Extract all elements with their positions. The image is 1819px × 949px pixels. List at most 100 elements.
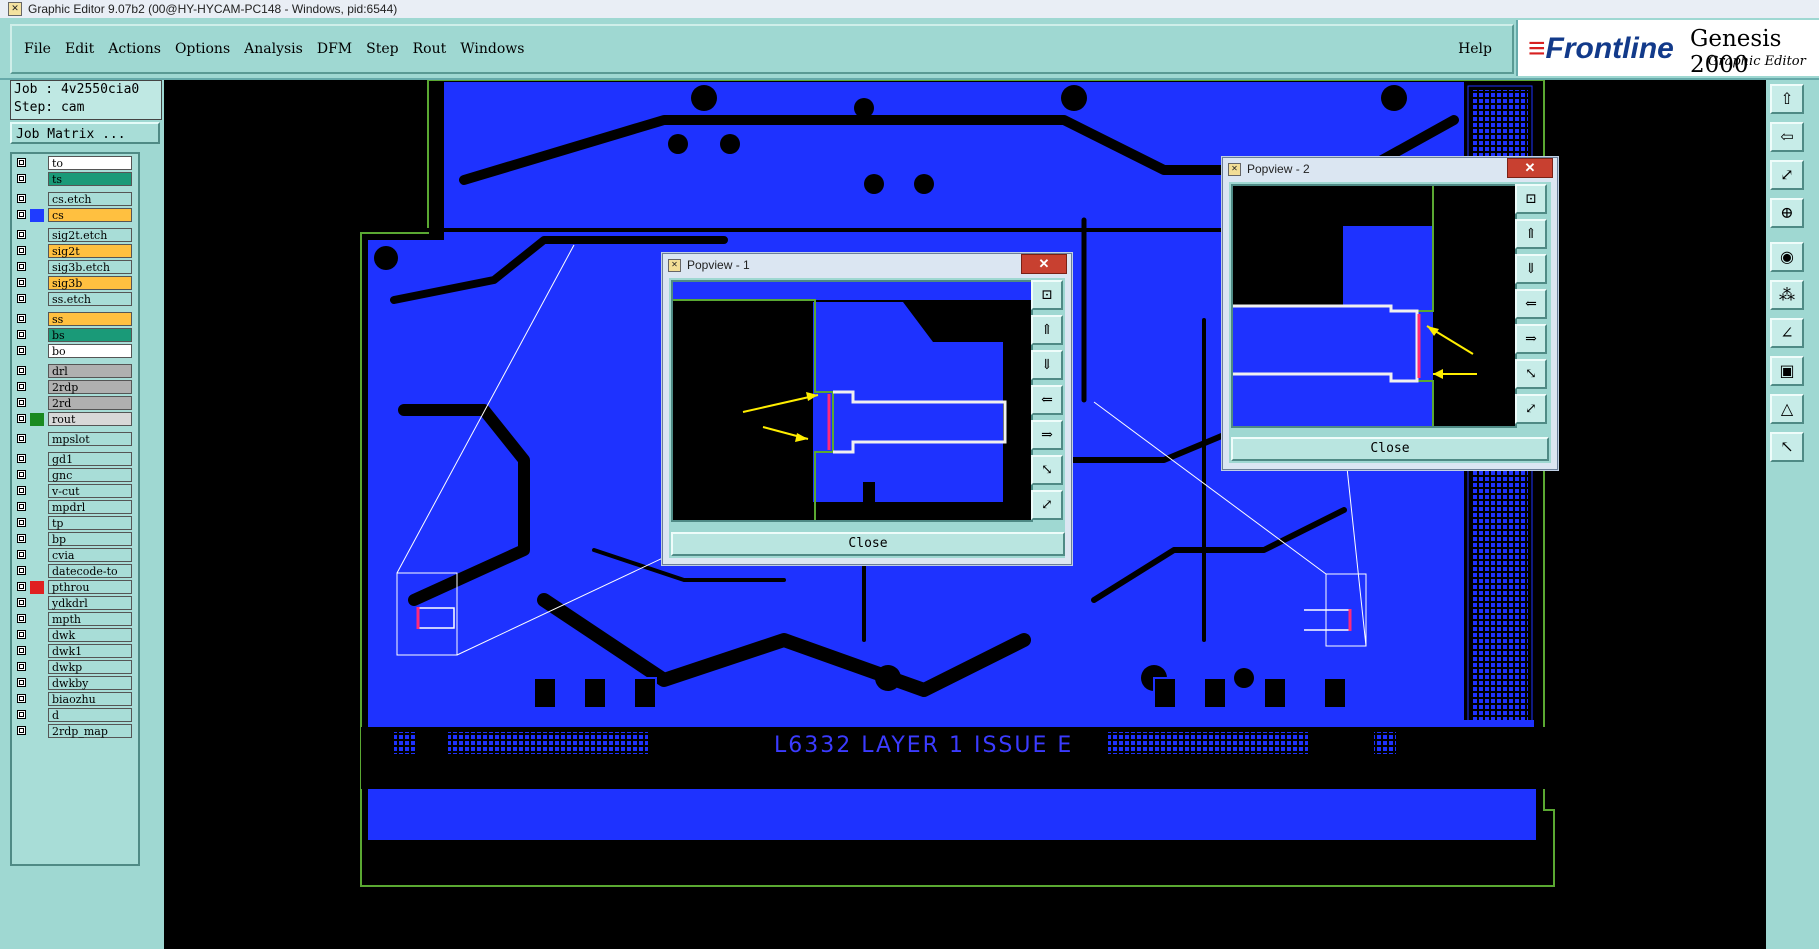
popview-1-right-icon[interactable]: ⇒ [1031,420,1063,450]
layer-row[interactable]: mpth [14,612,134,627]
layer-name[interactable]: drl [48,364,132,378]
layer-checkbox[interactable] [17,398,26,407]
layer-name[interactable]: biaozhu [48,692,132,706]
snap-icon[interactable]: ⁂ [1770,280,1804,310]
layer-row[interactable]: sig2t.etch [14,228,134,243]
measure-icon[interactable]: ◉ [1770,242,1804,272]
layer-checkbox[interactable] [17,382,26,391]
popview-2-close-icon[interactable]: ✕ [1507,158,1553,178]
popview-2-canvas[interactable] [1231,184,1517,428]
triangle-icon[interactable]: △ [1770,394,1804,424]
menu-help[interactable]: Help [1458,41,1492,57]
layer-checkbox[interactable] [17,502,26,511]
layer-name[interactable]: tp [48,516,132,530]
layer-row[interactable]: datecode-to [14,564,134,579]
layer-checkbox[interactable] [17,614,26,623]
popview-2-down-icon[interactable]: ⇓ [1515,254,1547,284]
menu-rout[interactable]: Rout [413,41,447,57]
layer-checkbox[interactable] [17,726,26,735]
layer-checkbox[interactable] [17,158,26,167]
layer-row[interactable]: 2rd [14,396,134,411]
layer-row[interactable]: bp [14,532,134,547]
layer-checkbox[interactable] [17,210,26,219]
layer-row[interactable]: sig3b [14,276,134,291]
layer-row[interactable]: ts [14,172,134,187]
layer-name[interactable]: to [48,156,132,170]
layer-row[interactable]: rout [14,412,134,427]
layer-name[interactable]: mpth [48,612,132,626]
zoom-area-icon[interactable]: ⊕ [1770,198,1804,228]
layer-name[interactable]: cs.etch [48,192,132,206]
layer-checkbox[interactable] [17,534,26,543]
layer-name[interactable]: sig2t [48,244,132,258]
layer-row[interactable]: cs.etch [14,192,134,207]
layer-name[interactable]: 2rdp [48,380,132,394]
popview-2-up-icon[interactable]: ⇑ [1515,219,1547,249]
layer-name[interactable]: gnc [48,468,132,482]
layer-name[interactable]: cs [48,208,132,222]
layer-row[interactable]: 2rdp [14,380,134,395]
popview-1-left-icon[interactable]: ⇐ [1031,385,1063,415]
layer-name[interactable]: sig3b.etch [48,260,132,274]
layer-checkbox[interactable] [17,346,26,355]
menu-windows[interactable]: Windows [460,41,524,57]
job-matrix-button[interactable]: Job Matrix ... [10,122,160,144]
pointer-icon[interactable]: ↖ [1770,432,1804,462]
popview-2-right-icon[interactable]: ⇒ [1515,324,1547,354]
pan-left-icon[interactable]: ⇦ [1770,122,1804,152]
layer-row[interactable]: sig3b.etch [14,260,134,275]
layer-checkbox[interactable] [17,518,26,527]
layer-checkbox[interactable] [17,550,26,559]
layer-checkbox[interactable] [17,246,26,255]
menu-analysis[interactable]: Analysis [244,41,303,57]
layer-name[interactable]: ss.etch [48,292,132,306]
popview-2-left-icon[interactable]: ⇐ [1515,289,1547,319]
layer-checkbox[interactable] [17,630,26,639]
layer-name[interactable]: ts [48,172,132,186]
layer-checkbox[interactable] [17,194,26,203]
popview-2-zoom-out-icon[interactable]: ⤢ [1515,394,1547,424]
layer-row[interactable]: cvia [14,548,134,563]
menu-actions[interactable]: Actions [108,41,161,57]
popview-1-fit-icon[interactable]: ⊡ [1031,280,1063,310]
layer-row[interactable]: v-cut [14,484,134,499]
layer-name[interactable]: 2rdp_map [48,724,132,738]
layer-row[interactable]: dwkby [14,676,134,691]
layer-row[interactable]: bs [14,328,134,343]
layer-name[interactable]: pthrou [48,580,132,594]
popview-1-zoom-out-icon[interactable]: ⤢ [1031,490,1063,520]
layer-checkbox[interactable] [17,486,26,495]
popview-2-fit-icon[interactable]: ⊡ [1515,184,1547,214]
layer-checkbox[interactable] [17,710,26,719]
layer-row[interactable]: drl [14,364,134,379]
layer-row[interactable]: dwk1 [14,644,134,659]
popview-2-close-button[interactable]: Close [1231,437,1549,461]
popview-1-down-icon[interactable]: ⇓ [1031,350,1063,380]
layer-name[interactable]: ydkdrl [48,596,132,610]
popview-1-close-icon[interactable]: ✕ [1021,254,1067,274]
layer-checkbox[interactable] [17,662,26,671]
layer-row[interactable]: mpdrl [14,500,134,515]
layer-checkbox[interactable] [17,330,26,339]
zoom-fit-icon[interactable]: ⤢ [1770,160,1804,190]
layer-name[interactable]: mpdrl [48,500,132,514]
layer-name[interactable]: gd1 [48,452,132,466]
layer-name[interactable]: bp [48,532,132,546]
layer-row[interactable]: ydkdrl [14,596,134,611]
pan-up-icon[interactable]: ⇧ [1770,84,1804,114]
layer-checkbox[interactable] [17,566,26,575]
layer-row[interactable]: mpslot [14,432,134,447]
popview-1-zoom-in-icon[interactable]: ⤡ [1031,455,1063,485]
layer-checkbox[interactable] [17,278,26,287]
menu-options[interactable]: Options [175,41,230,57]
layer-checkbox[interactable] [17,294,26,303]
layer-name[interactable]: 2rd [48,396,132,410]
layer-name[interactable]: dwk [48,628,132,642]
features-icon[interactable]: ▣ [1770,356,1804,386]
layer-name[interactable]: ss [48,312,132,326]
popview-1-canvas[interactable] [671,280,1033,522]
layer-name[interactable]: sig2t.etch [48,228,132,242]
layer-row[interactable]: to [14,156,134,171]
layer-row[interactable]: gd1 [14,452,134,467]
layer-row[interactable]: dwkp [14,660,134,675]
